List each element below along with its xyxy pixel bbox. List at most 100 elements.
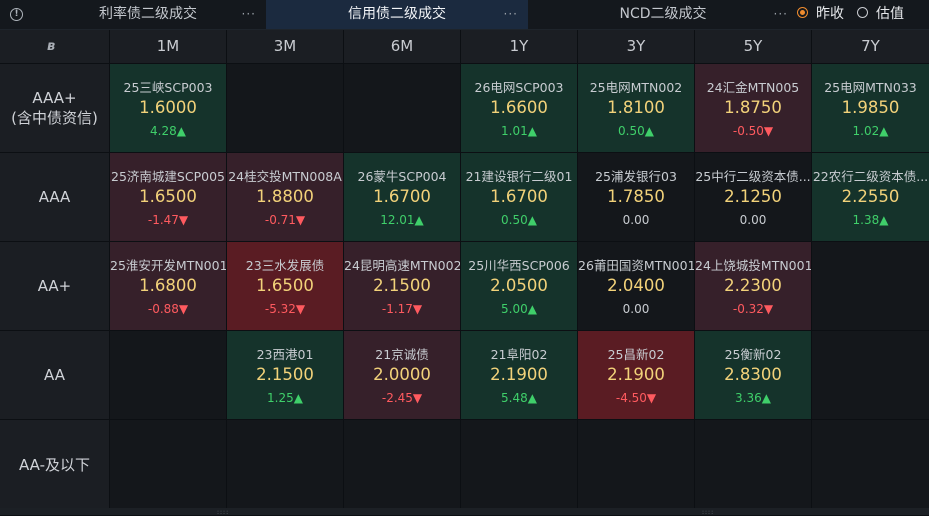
- bond-change: 1.25▲: [267, 391, 303, 405]
- bond-cell[interactable]: 21京诚债 2.0000 -2.45▼: [344, 331, 460, 419]
- bottom-resize-bar[interactable]: :::: ::::: [0, 508, 929, 516]
- bond-name[interactable]: 26电网SCP003: [461, 77, 577, 96]
- radio-prev-close-label[interactable]: 昨收: [816, 0, 844, 29]
- bond-name[interactable]: 25济南城建SCP005: [110, 166, 226, 185]
- more-icon[interactable]: ···: [774, 0, 788, 29]
- bond-cell[interactable]: 25电网MTN002 1.8100 0.50▲: [578, 64, 694, 152]
- bond-name[interactable]: 22农行二级资本债...: [812, 166, 929, 185]
- top-bar: ! 利率债二级成交 ··· 信用债二级成交 ··· NCD二级成交 ··· 昨收…: [0, 0, 929, 30]
- tenor-header-5y[interactable]: 5Y: [695, 30, 811, 63]
- radio-valuation[interactable]: [857, 7, 868, 18]
- rating-header: AAA: [0, 153, 109, 241]
- bond-change: -0.88▼: [147, 302, 189, 316]
- tenor-header-3m[interactable]: 3M: [227, 30, 343, 63]
- bond-name[interactable]: 25电网MTN033: [812, 77, 929, 96]
- bond-yield: 2.1900: [607, 365, 665, 384]
- bond-name[interactable]: 25电网MTN002: [578, 77, 694, 96]
- bond-cell[interactable]: 25衡新02 2.8300 3.36▲: [695, 331, 811, 419]
- bond-yield: 1.7850: [607, 187, 665, 206]
- bond-cell[interactable]: 25济南城建SCP005 1.6500 -1.47▼: [110, 153, 226, 241]
- bond-yield: 1.6000: [139, 98, 197, 117]
- bond-yield: 1.8100: [607, 98, 665, 117]
- bond-name[interactable]: 25淮安开发MTN001: [110, 255, 226, 274]
- bond-cell[interactable]: 25电网MTN033 1.9850 1.02▲: [812, 64, 929, 152]
- bond-name[interactable]: 25中行二级资本债...: [695, 166, 811, 185]
- bond-change: 1.01▲: [501, 124, 537, 138]
- bond-name[interactable]: 21建设银行二级01: [461, 166, 577, 185]
- more-icon[interactable]: ···: [504, 0, 518, 29]
- empty-cell: [695, 420, 811, 508]
- bond-name[interactable]: 23三水发展债: [227, 255, 343, 274]
- bond-cell[interactable]: 22农行二级资本债... 2.2550 1.38▲: [812, 153, 929, 241]
- bond-cell[interactable]: 23西港01 2.1500 1.25▲: [227, 331, 343, 419]
- bond-cell[interactable]: 25昌新02 2.1900 -4.50▼: [578, 331, 694, 419]
- logo-icon: ʙ: [47, 39, 56, 54]
- rating-label: AAA+: [32, 88, 77, 107]
- bond-cell[interactable]: 24昆明高速MTN002 2.1500 -1.17▼: [344, 242, 460, 330]
- bond-name[interactable]: 24汇金MTN005: [695, 77, 811, 96]
- tenor-header-6m[interactable]: 6M: [344, 30, 460, 63]
- bond-yield: 2.2300: [724, 276, 782, 295]
- bond-yield: 2.0500: [490, 276, 548, 295]
- bond-change: 5.48▲: [501, 391, 537, 405]
- bond-name[interactable]: 24上饶城投MTN001: [695, 255, 811, 274]
- bond-cell[interactable]: 25浦发银行03 1.7850 0.00: [578, 153, 694, 241]
- bond-change: 0.50▲: [618, 124, 654, 138]
- tab-rates-secondary[interactable]: 利率债二级成交 ···: [30, 0, 266, 29]
- bond-yield: 1.6500: [139, 187, 197, 206]
- bond-name[interactable]: 26莆田国资MTN001: [578, 255, 694, 274]
- bond-name[interactable]: 21京诚债: [344, 344, 460, 363]
- tenor-header-3y[interactable]: 3Y: [578, 30, 694, 63]
- more-icon[interactable]: ···: [242, 0, 256, 29]
- bond-name[interactable]: 24昆明高速MTN002: [344, 255, 460, 274]
- bond-change: -5.32▼: [264, 302, 306, 316]
- bond-yield: 2.1500: [256, 365, 314, 384]
- bond-name[interactable]: 25昌新02: [578, 344, 694, 363]
- quote-mode-group: 昨收 估值: [797, 0, 929, 29]
- bond-name[interactable]: 25川华西SCP006: [461, 255, 577, 274]
- rating-header: AA+: [0, 242, 109, 330]
- bond-cell[interactable]: 23三水发展债 1.6500 -5.32▼: [227, 242, 343, 330]
- bond-cell[interactable]: 25三峡SCP003 1.6000 4.28▲: [110, 64, 226, 152]
- bond-cell[interactable]: 25川华西SCP006 2.0500 5.00▲: [461, 242, 577, 330]
- bond-yield: 1.6800: [139, 276, 197, 295]
- tab-credit-secondary[interactable]: 信用债二级成交 ···: [266, 0, 528, 29]
- bond-cell[interactable]: 26电网SCP003 1.6600 1.01▲: [461, 64, 577, 152]
- tenor-header-1m[interactable]: 1M: [110, 30, 226, 63]
- bond-cell[interactable]: 25中行二级资本债... 2.1250 0.00: [695, 153, 811, 241]
- bond-yield: 1.6500: [256, 276, 314, 295]
- bond-cell[interactable]: 26蒙牛SCP004 1.6700 12.01▲: [344, 153, 460, 241]
- empty-cell: [344, 64, 460, 152]
- radio-prev-close[interactable]: [797, 7, 808, 18]
- bond-cell[interactable]: 24汇金MTN005 1.8750 -0.50▼: [695, 64, 811, 152]
- bond-name[interactable]: 26蒙牛SCP004: [344, 166, 460, 185]
- bond-yield: 2.1900: [490, 365, 548, 384]
- bond-name[interactable]: 24桂交投MTN008A: [227, 166, 343, 185]
- bond-name[interactable]: 25三峡SCP003: [110, 77, 226, 96]
- bond-name[interactable]: 25浦发银行03: [578, 166, 694, 185]
- bond-name[interactable]: 23西港01: [227, 344, 343, 363]
- bond-cell[interactable]: 26莆田国资MTN001 2.0400 0.00: [578, 242, 694, 330]
- tenor-header-7y[interactable]: 7Y: [812, 30, 929, 63]
- bond-cell[interactable]: 24上饶城投MTN001 2.2300 -0.32▼: [695, 242, 811, 330]
- empty-cell: [110, 420, 226, 508]
- radio-valuation-label[interactable]: 估值: [876, 0, 904, 29]
- bond-cell[interactable]: 24桂交投MTN008A 1.8800 -0.71▼: [227, 153, 343, 241]
- bond-change: 3.36▲: [735, 391, 771, 405]
- info-icon[interactable]: !: [10, 8, 23, 21]
- bond-cell[interactable]: 21建设银行二级01 1.6700 0.50▲: [461, 153, 577, 241]
- bond-name[interactable]: 25衡新02: [695, 344, 811, 363]
- bond-name[interactable]: 21阜阳02: [461, 344, 577, 363]
- empty-cell: [578, 420, 694, 508]
- bond-change: 5.00▲: [501, 302, 537, 316]
- tab-label: 信用债二级成交: [348, 6, 446, 22]
- tenor-header-1y[interactable]: 1Y: [461, 30, 577, 63]
- empty-cell: [227, 64, 343, 152]
- bond-cell[interactable]: 21阜阳02 2.1900 5.48▲: [461, 331, 577, 419]
- bond-yield: 1.8800: [256, 187, 314, 206]
- tab-ncd-secondary[interactable]: NCD二级成交 ···: [528, 0, 798, 29]
- bond-yield: 1.6600: [490, 98, 548, 117]
- empty-cell: [812, 242, 929, 330]
- bond-cell[interactable]: 25淮安开发MTN001 1.6800 -0.88▼: [110, 242, 226, 330]
- bond-change: 1.38▲: [852, 213, 889, 227]
